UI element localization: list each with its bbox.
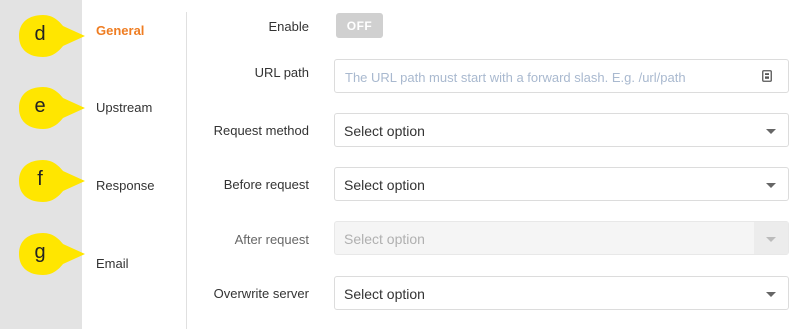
callout-label: e <box>34 95 46 117</box>
url-path-input[interactable]: The URL path must start with a forward s… <box>334 59 789 93</box>
callout-shape-icon <box>19 160 85 202</box>
after-request-value: Select option <box>344 231 425 247</box>
callout-shape-icon <box>19 233 85 275</box>
callout-label: f <box>37 168 43 190</box>
after-request-label: After request <box>234 232 309 247</box>
enable-toggle[interactable]: OFF <box>336 13 383 38</box>
url-path-placeholder: The URL path must start with a forward s… <box>345 70 686 85</box>
before-request-select[interactable]: Select option <box>334 167 789 201</box>
before-request-label: Before request <box>223 177 309 192</box>
callout-marker: f <box>15 159 85 203</box>
after-request-select[interactable]: Select option <box>334 221 789 255</box>
chevron-down-icon <box>766 237 776 242</box>
request-method-label: Request method <box>213 123 309 138</box>
nav-item-email[interactable]: Email <box>96 256 129 271</box>
callout-marker: e <box>15 86 85 130</box>
enable-label: Enable <box>268 19 309 34</box>
callout-label: d <box>34 23 46 45</box>
overwrite-server-select[interactable]: Select option <box>334 276 789 310</box>
chevron-down-icon <box>766 292 776 297</box>
nav-divider <box>186 12 187 329</box>
nav-item-response[interactable]: Response <box>96 178 155 193</box>
callout-marker: d <box>15 14 85 58</box>
nav-item-general[interactable]: General <box>96 23 144 38</box>
request-method-value: Select option <box>344 123 425 139</box>
callout-marker: g <box>15 232 85 276</box>
chevron-down-icon <box>766 183 776 188</box>
password-manager-icon[interactable] <box>762 70 772 82</box>
before-request-value: Select option <box>344 177 425 193</box>
url-path-label: URL path <box>254 65 309 80</box>
overwrite-server-value: Select option <box>344 286 425 302</box>
chevron-down-icon <box>766 129 776 134</box>
callout-shape-icon <box>19 15 85 57</box>
overwrite-server-label: Overwrite server <box>213 286 309 301</box>
request-method-select[interactable]: Select option <box>334 113 789 147</box>
callout-label: g <box>34 241 46 263</box>
nav-item-upstream[interactable]: Upstream <box>96 100 152 115</box>
callout-shape-icon <box>19 87 85 129</box>
